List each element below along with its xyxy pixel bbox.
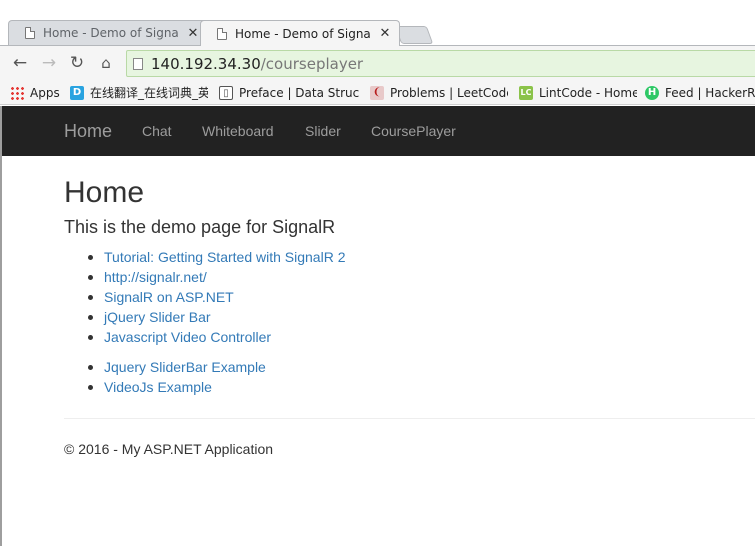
link-video-controller[interactable]: Javascript Video Controller [104,329,271,345]
nav-link-whiteboard[interactable]: Whiteboard [202,123,274,139]
bookmark-dict[interactable]: D 在线翻译_在线词典_英 [70,84,208,101]
tab-title: Home - Demo of SignalR [43,26,179,40]
browser-tab-active[interactable]: Home - Demo of SignalR ✕ [200,20,400,46]
list-item: Tutorial: Getting Started with SignalR 2 [88,247,346,267]
footer-text: © 2016 - My ASP.NET Application [64,441,274,457]
list-item: Javascript Video Controller [88,327,346,347]
bookmark-label: LintCode - Home [539,85,637,100]
example-links-list: Jquery SliderBar Example VideoJs Example [88,357,266,397]
bookmark-data-structures[interactable]: ▯ Preface | Data Structur [219,84,359,101]
link-signalr-aspnet[interactable]: SignalR on ASP.NET [104,289,234,305]
apps-grid-icon [10,85,24,100]
browser-tab[interactable]: Home - Demo of SignalR ✕ [8,20,208,45]
link-sliderbar-example[interactable]: Jquery SliderBar Example [104,359,266,375]
bookmark-label: Problems | LeetCode O [390,85,508,100]
nav-link-courseplayer[interactable]: CoursePlayer [371,123,456,139]
tab-title: Home - Demo of SignalR [235,26,371,41]
close-icon[interactable]: ✕ [187,26,199,41]
bookmarks-bar: Apps D 在线翻译_在线词典_英 ▯ Preface | Data Stru… [0,80,755,105]
reload-icon[interactable]: ↻ [67,53,87,73]
list-item: Jquery SliderBar Example [88,357,266,377]
link-videojs-example[interactable]: VideoJs Example [104,379,212,395]
list-item: SignalR on ASP.NET [88,287,346,307]
bookmark-lintcode[interactable]: LC LintCode - Home [519,84,637,101]
browser-tab-strip: Home - Demo of SignalR ✕ Home - Demo of … [0,0,755,46]
list-item: VideoJs Example [88,377,266,397]
link-signalr-net[interactable]: http://signalr.net/ [104,269,207,285]
page-icon [25,27,35,39]
bookmark-label: Preface | Data Structur [239,85,359,100]
page-title: Home [64,176,145,209]
list-item: http://signalr.net/ [88,267,346,287]
window-edge [0,106,2,546]
back-arrow-icon[interactable]: ← [10,53,30,73]
link-signalr-tutorial[interactable]: Tutorial: Getting Started with SignalR 2 [104,249,346,265]
bookmark-hackerrank[interactable]: H Feed | HackerRank [645,84,755,101]
address-bar[interactable]: 140.192.34.30 /courseplayer [126,50,755,77]
resource-links-list: Tutorial: Getting Started with SignalR 2… [88,247,346,347]
bookmark-apps[interactable]: Apps [10,84,60,101]
list-item: jQuery Slider Bar [88,307,346,327]
navbar-brand[interactable]: Home [64,121,112,142]
lc-logo-icon: LC [519,85,533,100]
hackerrank-icon: H [645,85,659,100]
close-icon[interactable]: ✕ [379,26,391,41]
bookmark-label: Feed | HackerRank [665,85,755,100]
d-logo-icon: D [70,85,84,100]
forward-arrow-icon[interactable]: → [39,53,59,73]
leetcode-icon: ❨ [370,85,384,100]
page-lead: This is the demo page for SignalR [64,217,336,237]
site-navbar: Home Chat Whiteboard Slider CoursePlayer [2,106,755,156]
nav-link-slider[interactable]: Slider [305,123,341,139]
page-icon [217,27,227,40]
url-path: /courseplayer [260,54,364,73]
browser-toolbar: ← → ↻ ⌂ 140.192.34.30 /courseplayer [0,45,755,80]
new-tab-button[interactable] [394,26,434,44]
url-host: 140.192.34.30 [151,54,261,73]
home-icon[interactable]: ⌂ [96,53,116,73]
footer-divider [64,418,755,419]
book-icon: ▯ [219,85,233,100]
page-icon [133,57,143,70]
bookmark-label: Apps [30,85,60,100]
link-jquery-slider[interactable]: jQuery Slider Bar [104,309,211,325]
nav-link-chat[interactable]: Chat [142,123,172,139]
bookmark-leetcode[interactable]: ❨ Problems | LeetCode O [370,84,508,101]
bookmark-label: 在线翻译_在线词典_英 [90,86,208,100]
